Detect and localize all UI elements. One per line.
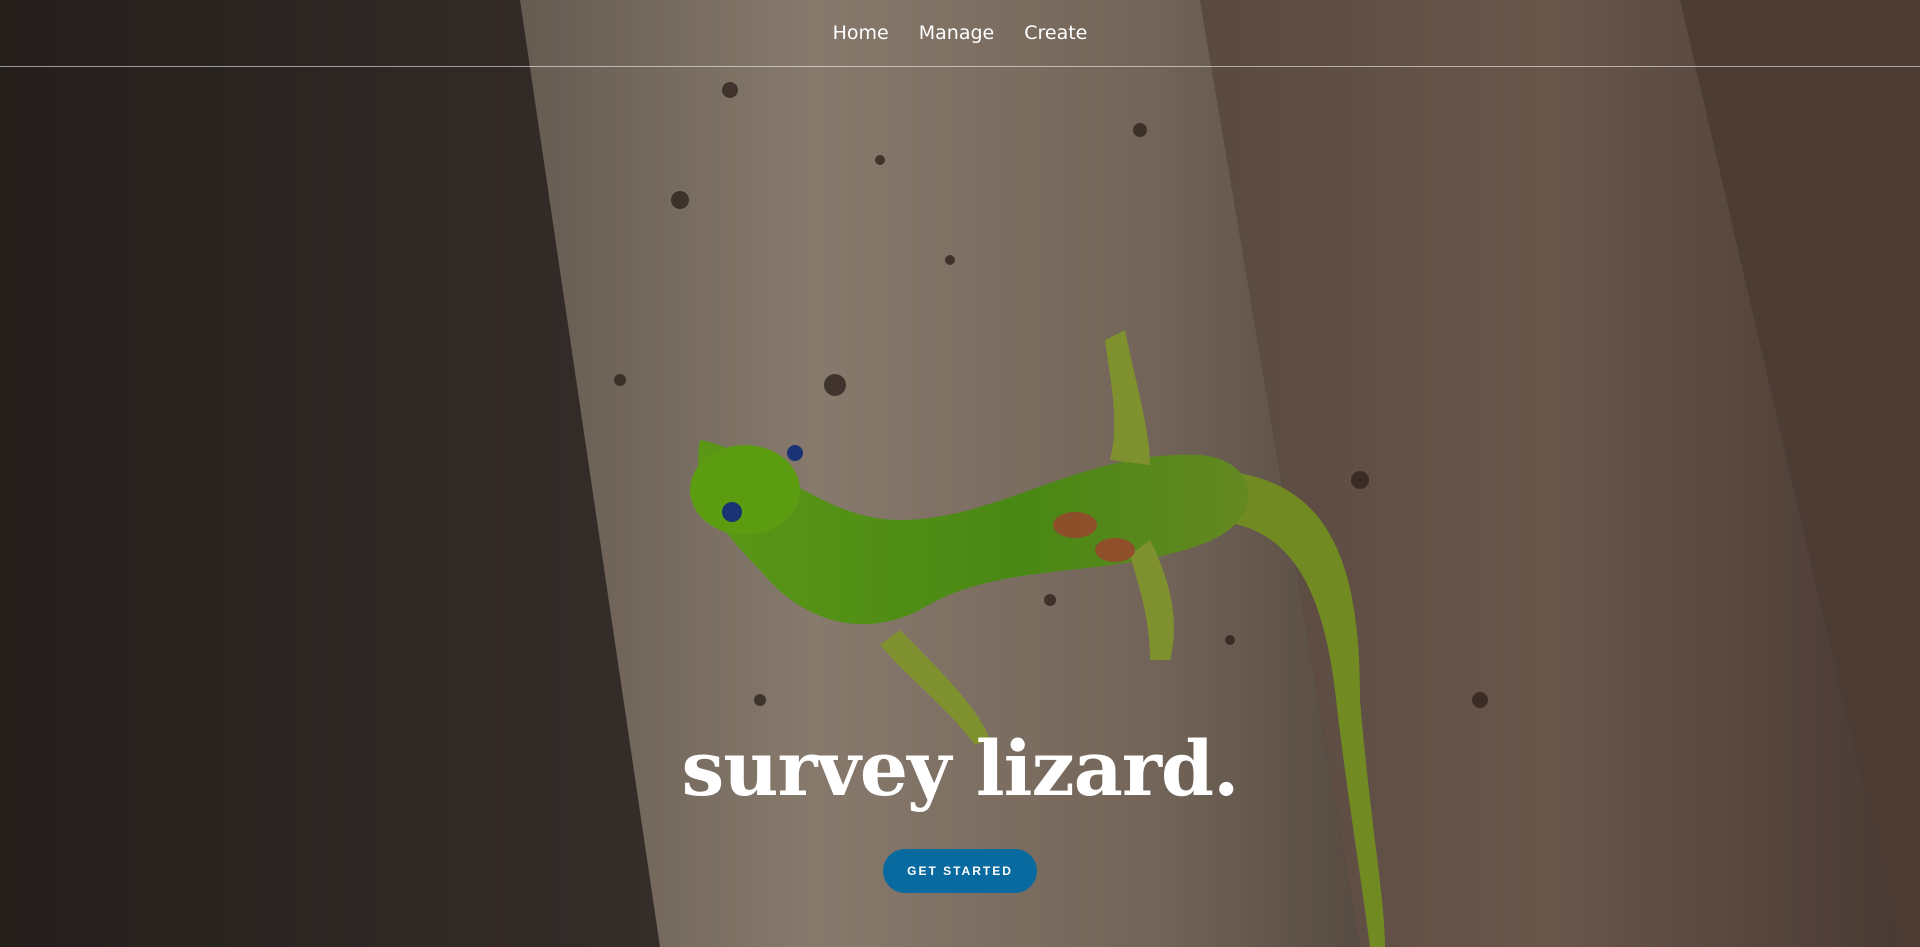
- hero-title: survey lizard.: [681, 724, 1239, 813]
- hero-section: Home Manage Create survey lizard. GET ST…: [0, 0, 1920, 947]
- nav-manage-link[interactable]: Manage: [919, 22, 994, 44]
- top-nav: Home Manage Create: [0, 0, 1920, 67]
- nav-home-link[interactable]: Home: [833, 22, 889, 44]
- get-started-button[interactable]: GET STARTED: [883, 849, 1037, 893]
- nav-create-link[interactable]: Create: [1024, 22, 1087, 44]
